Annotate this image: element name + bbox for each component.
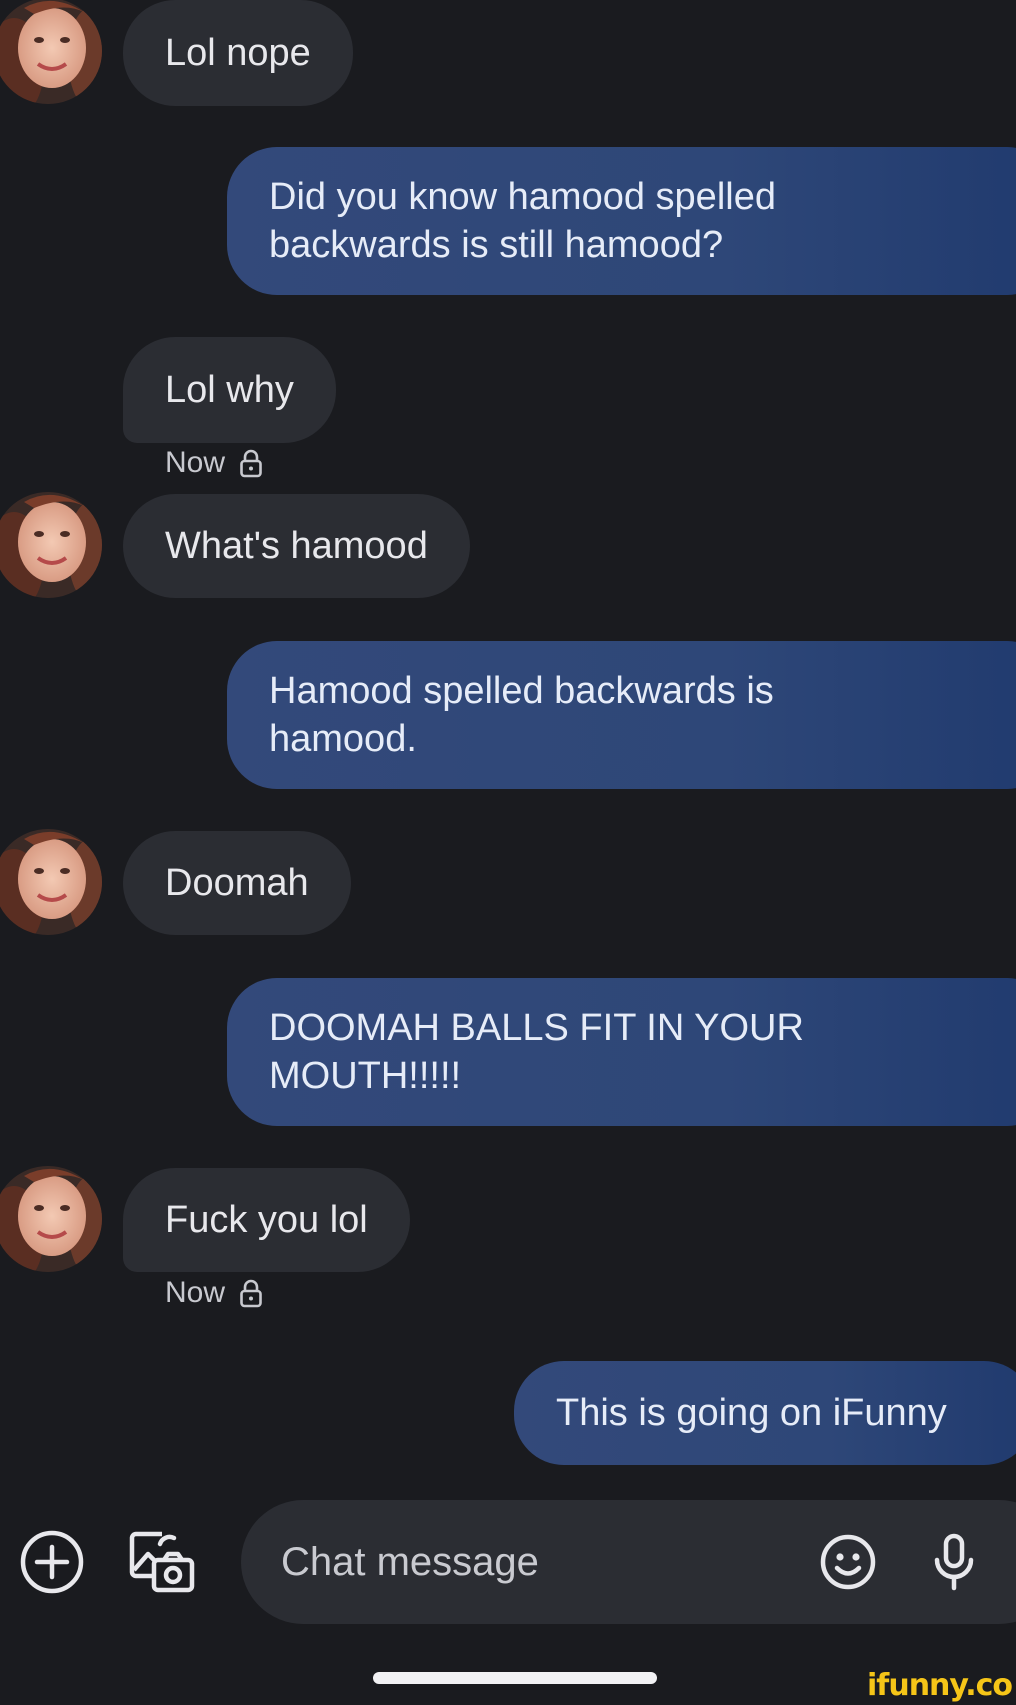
add-attachment-button[interactable]	[16, 1526, 88, 1598]
incoming-message[interactable]: Lol nope	[123, 0, 353, 106]
outgoing-message[interactable]: Did you know hamood spelled backwards is…	[227, 147, 1016, 295]
lock-icon	[240, 1279, 262, 1308]
emoji-button[interactable]	[812, 1526, 884, 1598]
watermark-logo: ifunny.co	[867, 1668, 1013, 1703]
gallery-camera-icon	[129, 1531, 195, 1593]
outgoing-message[interactable]: Hamood spelled backwards is hamood.	[227, 641, 1016, 789]
timestamp-text: Now	[165, 446, 226, 479]
home-indicator[interactable]	[373, 1672, 657, 1684]
message-text: This is going on iFunny	[556, 1392, 947, 1434]
chat-message-input[interactable]	[279, 1538, 783, 1586]
contact-avatar[interactable]	[0, 492, 102, 598]
message-text-line: hamood.	[269, 718, 417, 760]
contact-avatar[interactable]	[0, 829, 102, 935]
voice-input-button[interactable]	[918, 1526, 990, 1598]
message-text: Doomah	[165, 862, 309, 904]
message-text-line: backwards is still hamood?	[269, 224, 724, 266]
lock-icon	[240, 449, 262, 478]
incoming-message[interactable]: Fuck you lol	[123, 1168, 410, 1272]
microphone-icon	[934, 1533, 974, 1591]
message-text: Lol nope	[165, 32, 311, 74]
message-text-line: MOUTH!!!!!	[269, 1055, 462, 1097]
incoming-message[interactable]: Lol why	[123, 337, 336, 443]
message-text-line: Did you know hamood spelled	[269, 176, 776, 218]
add-circle-icon	[20, 1530, 84, 1594]
timestamp-text: Now	[165, 1276, 226, 1309]
outgoing-message[interactable]: DOOMAH BALLS FIT IN YOUR MOUTH!!!!!	[227, 978, 1016, 1126]
emoji-icon	[820, 1534, 876, 1590]
chat-message-field[interactable]	[241, 1500, 1016, 1624]
gallery-button[interactable]	[126, 1526, 198, 1598]
message-timestamp: Now	[165, 446, 263, 480]
outgoing-message[interactable]: This is going on iFunny	[514, 1361, 1016, 1465]
incoming-message[interactable]: What's hamood	[123, 494, 470, 598]
contact-avatar[interactable]	[0, 1166, 102, 1272]
contact-avatar[interactable]	[0, 0, 102, 104]
message-text: What's hamood	[165, 525, 428, 567]
incoming-message[interactable]: Doomah	[123, 831, 351, 935]
message-timestamp: Now	[165, 1276, 263, 1310]
message-text-line: DOOMAH BALLS FIT IN YOUR	[269, 1007, 804, 1049]
message-text-line: Hamood spelled backwards is	[269, 670, 774, 712]
message-text: Lol why	[165, 369, 294, 411]
message-text: Fuck you lol	[165, 1199, 368, 1241]
